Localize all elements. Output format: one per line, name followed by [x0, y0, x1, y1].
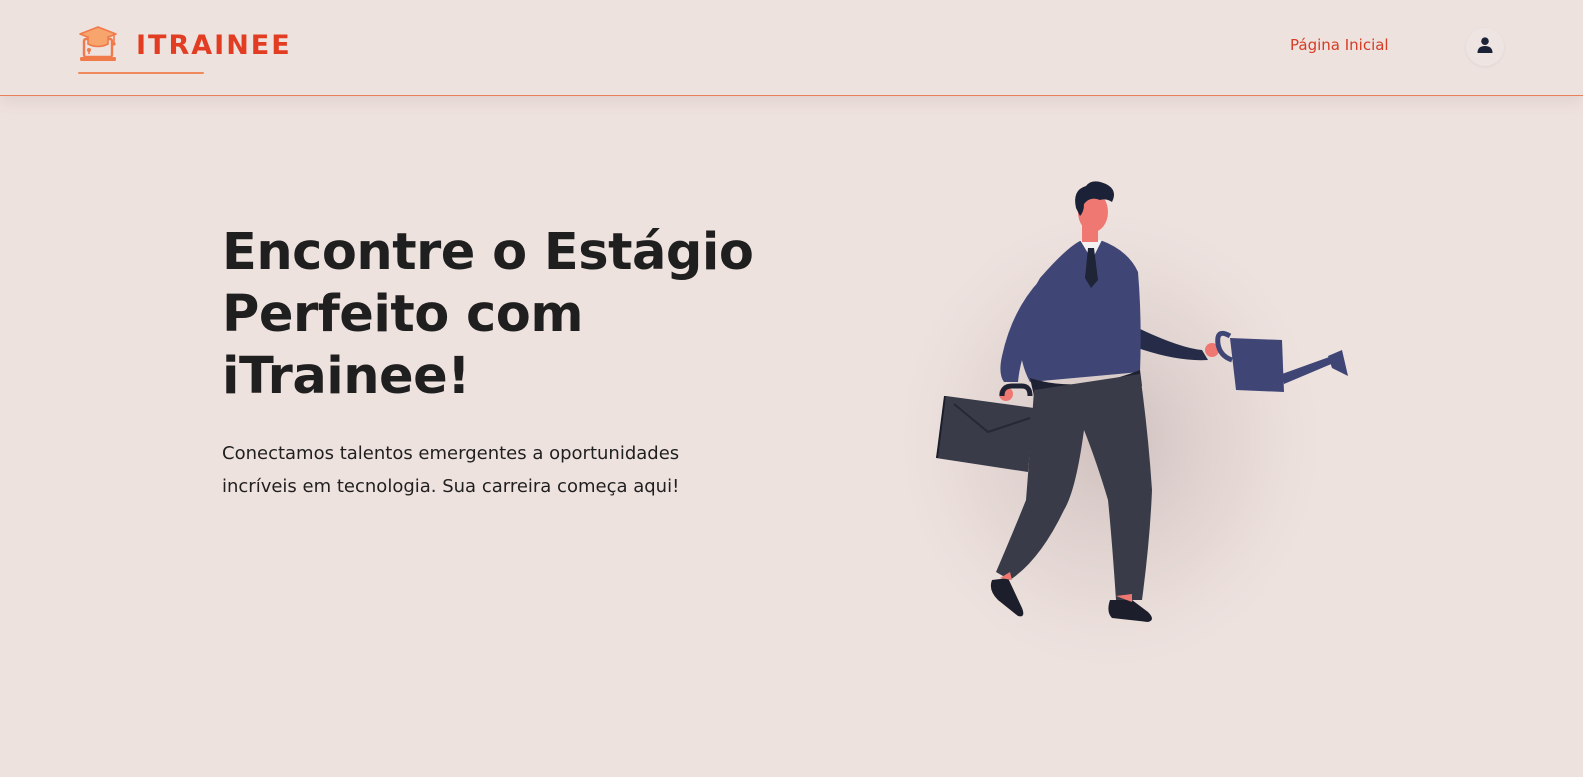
top-navbar: ITRAINEE Página Inicial [0, 0, 1583, 96]
hero-illustration [880, 160, 1400, 690]
user-menu-button[interactable] [1466, 28, 1504, 66]
user-icon [1475, 35, 1495, 59]
brand-underline [78, 72, 204, 74]
hero-description: Conectamos talentos emergentes a oportun… [222, 438, 692, 503]
hero-description-line-2: incríveis em tecnologia. Sua carreira co… [222, 475, 680, 497]
graduation-cap-laptop-icon [78, 25, 118, 65]
hero-title: Encontre o Estágio Perfeito com iTrainee… [222, 223, 754, 406]
hero-description-line-1: Conectamos talentos emergentes a oportun… [222, 443, 680, 464]
brand-name: ITRAINEE [136, 30, 292, 61]
nav-link-home[interactable]: Página Inicial [1290, 34, 1389, 56]
brand-logo-link[interactable]: ITRAINEE [78, 24, 290, 76]
